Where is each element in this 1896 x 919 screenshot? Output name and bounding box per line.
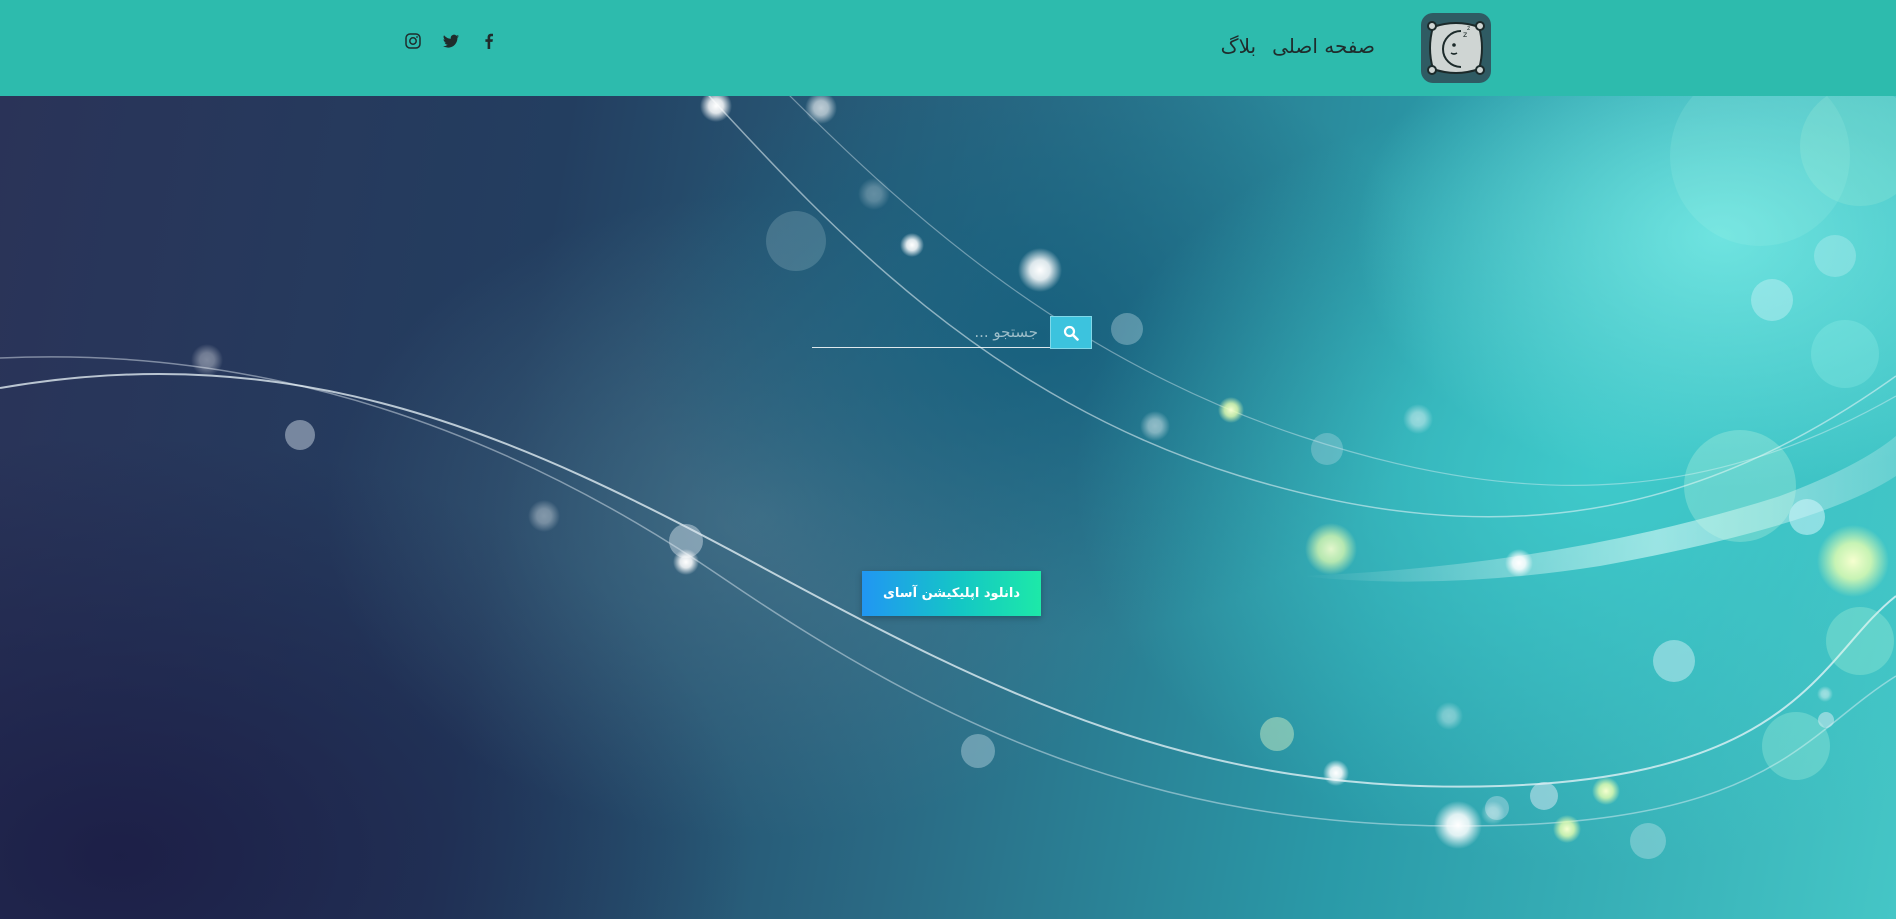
search-button[interactable] <box>1050 316 1092 349</box>
search-input[interactable] <box>812 316 1050 348</box>
facebook-icon <box>485 33 493 49</box>
site-logo[interactable]: z z <box>1421 13 1491 83</box>
facebook-link[interactable] <box>480 32 498 50</box>
main-nav: صفحه اصلی بلاگ <box>1210 30 1375 62</box>
download-app-button[interactable]: دانلود اپلیکیشن آسای <box>862 571 1041 616</box>
search-bar <box>812 316 1092 350</box>
instagram-link[interactable] <box>404 32 422 50</box>
page: z z صفحه اصلی بلاگ جستجو ... دانلود اپلی… <box>0 0 1896 919</box>
instagram-icon <box>405 33 421 49</box>
nav-blog-link[interactable]: بلاگ <box>1221 34 1256 58</box>
hero-section: دانلود اپلیکیشن آسای <box>0 96 1896 919</box>
twitter-link[interactable] <box>442 32 460 50</box>
nav-home-link[interactable]: صفحه اصلی <box>1272 34 1375 58</box>
svg-text:z: z <box>1467 25 1470 32</box>
twitter-icon <box>443 34 459 48</box>
pillow-moon-logo-icon: z z <box>1421 13 1491 83</box>
social-links <box>404 32 498 50</box>
top-header: z z صفحه اصلی بلاگ <box>0 0 1896 96</box>
bokeh-background-decoration <box>0 96 1896 859</box>
search-icon <box>1063 325 1079 341</box>
